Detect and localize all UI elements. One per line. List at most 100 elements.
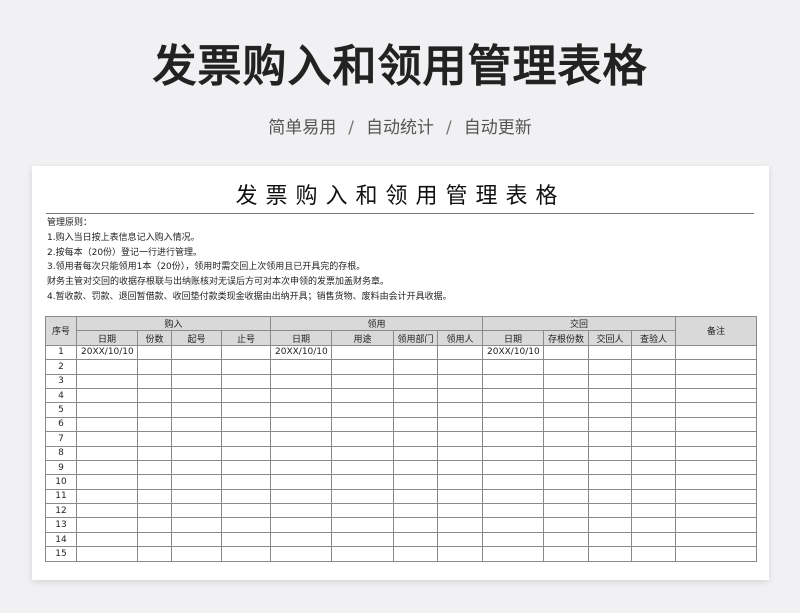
table-cell[interactable]	[482, 402, 544, 418]
table-cell[interactable]	[588, 474, 632, 490]
table-cell[interactable]	[270, 546, 332, 562]
table-cell[interactable]	[631, 344, 676, 361]
note-cell[interactable]	[675, 402, 757, 418]
table-cell[interactable]	[76, 531, 138, 548]
table-cell[interactable]	[171, 445, 222, 461]
table-cell[interactable]	[171, 474, 222, 490]
table-cell[interactable]	[543, 488, 589, 505]
table-cell[interactable]	[588, 416, 632, 433]
table-cell[interactable]	[137, 359, 172, 375]
table-cell[interactable]	[221, 445, 271, 461]
table-cell[interactable]	[221, 416, 271, 433]
table-cell[interactable]	[331, 373, 394, 389]
table-cell[interactable]	[270, 373, 332, 389]
table-cell[interactable]	[137, 373, 172, 389]
table-cell[interactable]	[588, 531, 632, 548]
table-cell[interactable]	[137, 344, 172, 361]
table-cell[interactable]	[137, 445, 172, 461]
note-cell[interactable]	[675, 344, 757, 361]
table-cell[interactable]	[270, 517, 332, 533]
table-cell[interactable]	[331, 359, 394, 375]
table-cell[interactable]	[221, 402, 271, 418]
note-cell[interactable]	[675, 387, 757, 404]
table-cell[interactable]	[221, 373, 271, 389]
table-cell[interactable]	[588, 445, 632, 461]
table-cell[interactable]	[437, 546, 483, 562]
table-cell[interactable]	[482, 445, 544, 461]
table-cell[interactable]	[437, 445, 483, 461]
table-cell[interactable]	[631, 546, 676, 562]
table-cell[interactable]	[543, 474, 589, 490]
table-cell[interactable]	[331, 546, 394, 562]
table-cell[interactable]	[76, 445, 138, 461]
table-cell[interactable]	[221, 387, 271, 404]
table-cell[interactable]	[171, 344, 222, 361]
table-cell[interactable]	[270, 531, 332, 548]
note-cell[interactable]	[675, 359, 757, 375]
table-cell[interactable]	[171, 373, 222, 389]
table-cell[interactable]	[331, 431, 394, 447]
table-cell[interactable]	[270, 416, 332, 433]
table-cell[interactable]	[221, 474, 271, 490]
table-cell[interactable]: 20XX/10/10	[76, 344, 138, 361]
table-cell[interactable]	[631, 445, 676, 461]
table-cell[interactable]	[393, 445, 438, 461]
table-cell[interactable]	[437, 474, 483, 490]
table-cell[interactable]	[331, 416, 394, 433]
table-cell[interactable]	[437, 459, 483, 476]
table-cell[interactable]	[482, 459, 544, 476]
table-cell[interactable]	[482, 373, 544, 389]
table-cell[interactable]	[588, 431, 632, 447]
table-cell[interactable]	[76, 359, 138, 375]
table-cell[interactable]	[543, 546, 589, 562]
table-cell[interactable]	[631, 402, 676, 418]
table-cell[interactable]	[221, 546, 271, 562]
table-cell[interactable]	[331, 488, 394, 505]
table-cell[interactable]	[221, 359, 271, 375]
table-cell[interactable]	[331, 474, 394, 490]
table-cell[interactable]	[221, 459, 271, 476]
table-cell[interactable]	[437, 402, 483, 418]
table-cell[interactable]	[137, 488, 172, 505]
table-cell[interactable]	[393, 344, 438, 361]
table-cell[interactable]	[137, 459, 172, 476]
table-cell[interactable]	[543, 416, 589, 433]
table-cell[interactable]	[588, 503, 632, 519]
table-cell[interactable]	[221, 503, 271, 519]
table-cell[interactable]	[137, 503, 172, 519]
table-cell[interactable]	[543, 431, 589, 447]
table-cell[interactable]	[482, 431, 544, 447]
note-cell[interactable]	[675, 531, 757, 548]
table-cell[interactable]	[631, 373, 676, 389]
table-cell[interactable]	[588, 459, 632, 476]
table-cell[interactable]	[393, 503, 438, 519]
table-cell[interactable]	[631, 359, 676, 375]
table-cell[interactable]	[137, 546, 172, 562]
table-cell[interactable]	[393, 402, 438, 418]
table-cell[interactable]	[631, 459, 676, 476]
table-cell[interactable]	[221, 531, 271, 548]
table-cell[interactable]	[137, 431, 172, 447]
table-cell[interactable]	[482, 359, 544, 375]
table-cell[interactable]	[171, 531, 222, 548]
table-cell[interactable]	[76, 416, 138, 433]
table-cell[interactable]	[543, 445, 589, 461]
table-cell[interactable]	[331, 459, 394, 476]
table-cell[interactable]	[171, 517, 222, 533]
table-cell[interactable]	[543, 531, 589, 548]
note-cell[interactable]	[675, 373, 757, 389]
table-cell[interactable]	[331, 517, 394, 533]
table-cell[interactable]	[588, 387, 632, 404]
table-cell[interactable]	[76, 402, 138, 418]
table-cell[interactable]	[331, 344, 394, 361]
note-cell[interactable]	[675, 431, 757, 447]
table-cell[interactable]	[331, 387, 394, 404]
note-cell[interactable]	[675, 474, 757, 490]
table-cell[interactable]	[631, 531, 676, 548]
table-cell[interactable]	[221, 431, 271, 447]
table-cell[interactable]	[543, 402, 589, 418]
table-cell[interactable]	[482, 517, 544, 533]
table-cell[interactable]	[543, 359, 589, 375]
table-cell[interactable]	[482, 474, 544, 490]
table-cell[interactable]	[76, 488, 138, 505]
